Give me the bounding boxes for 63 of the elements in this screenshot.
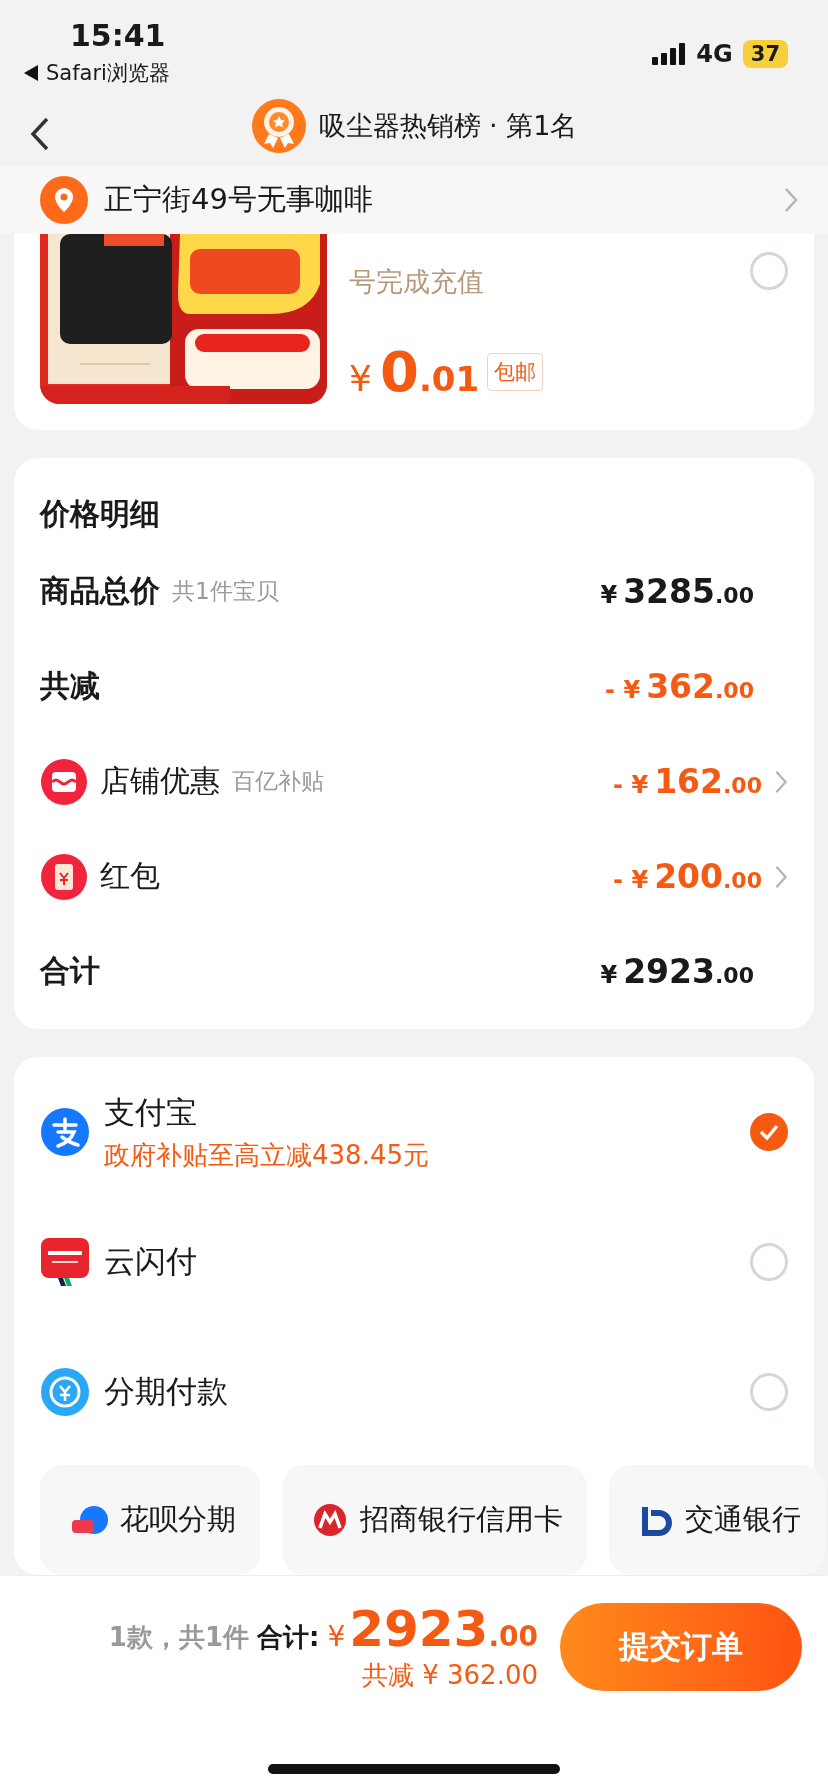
amount-decimals: .00 bbox=[723, 868, 762, 893]
total-label: 合计: bbox=[257, 1621, 320, 1654]
price-integer: 0 bbox=[379, 339, 419, 404]
currency-prefix: - ¥ bbox=[613, 771, 649, 799]
bank-logo-icon bbox=[312, 1502, 348, 1538]
amount-decimals: .00 bbox=[723, 773, 762, 798]
radio-button[interactable] bbox=[750, 1243, 788, 1281]
amount-integer: 362 bbox=[646, 667, 715, 706]
amount-integer: 2923 bbox=[623, 952, 715, 991]
medal-icon bbox=[250, 98, 307, 155]
product-description: 号完成充值 bbox=[349, 265, 484, 299]
payment-method-name[interactable]: 分期付款 bbox=[104, 1371, 736, 1413]
back-arrow-icon bbox=[24, 65, 38, 81]
amount-decimals: .00 bbox=[715, 963, 754, 988]
signal-icon bbox=[652, 43, 687, 65]
item-count: 1款，共1件 bbox=[108, 1621, 249, 1654]
radio-button[interactable] bbox=[750, 1373, 788, 1411]
chevron-right-icon bbox=[784, 186, 798, 213]
currency-prefix: ¥ bbox=[600, 961, 618, 989]
radio-button[interactable] bbox=[750, 1113, 788, 1151]
installment-option[interactable]: 交通银行 bbox=[609, 1465, 825, 1575]
price-decimals: .01 bbox=[418, 359, 480, 399]
total-decimals: .00 bbox=[488, 1620, 538, 1653]
price-label: 共减 bbox=[40, 667, 100, 705]
price-label: 店铺优惠 bbox=[100, 762, 220, 800]
back-icon[interactable] bbox=[30, 117, 50, 151]
back-to-app-link[interactable]: Safari浏览器 bbox=[46, 59, 170, 87]
battery-level: 37 bbox=[742, 40, 788, 68]
amount-decimals: .00 bbox=[715, 583, 754, 608]
amount-integer: 162 bbox=[654, 762, 723, 801]
price-label: 商品总价 bbox=[40, 572, 160, 610]
amount-integer: 200 bbox=[654, 857, 723, 896]
location-pin-icon bbox=[40, 175, 88, 224]
status-time: 15:41 bbox=[70, 18, 166, 53]
installment-option[interactable]: 招商银行信用卡 bbox=[282, 1465, 587, 1575]
installment-icon bbox=[40, 1367, 90, 1417]
amount-decimals: .00 bbox=[715, 678, 754, 703]
payment-method-name[interactable]: 支付宝 bbox=[104, 1091, 736, 1134]
total-integer: 2923 bbox=[349, 1600, 489, 1658]
currency-symbol: ¥ bbox=[349, 358, 372, 399]
chevron-right-icon bbox=[774, 864, 788, 889]
shipping-tag: 包邮 bbox=[487, 352, 544, 391]
price-note: 百亿补贴 bbox=[232, 767, 324, 796]
section-title: 价格明细 bbox=[40, 494, 161, 533]
page-title: 吸尘器热销榜 · 第1名 bbox=[318, 109, 578, 144]
price-label: 合计 bbox=[40, 952, 100, 990]
payment-promo: 政府补贴至高立减438.45元 bbox=[104, 1138, 430, 1172]
amount-integer: 3285 bbox=[623, 572, 715, 611]
chevron-right-icon bbox=[774, 769, 788, 794]
network-type: 4G bbox=[696, 40, 733, 68]
store-icon bbox=[40, 757, 88, 806]
total-saving: 共减 ¥ 362.00 bbox=[361, 1659, 538, 1692]
envelope-icon bbox=[40, 852, 88, 901]
radio-button[interactable] bbox=[750, 252, 788, 290]
currency-prefix: ¥ bbox=[600, 581, 618, 609]
currency-prefix: - ¥ bbox=[613, 866, 649, 894]
currency-prefix: - ¥ bbox=[605, 676, 641, 704]
currency-symbol: ¥ bbox=[327, 1620, 346, 1653]
payment-method-name[interactable]: 云闪付 bbox=[104, 1241, 736, 1283]
installment-option[interactable]: 花呗分期 bbox=[40, 1465, 260, 1575]
price-note: 共1件宝贝 bbox=[172, 577, 279, 606]
check-icon bbox=[758, 1123, 780, 1141]
price-label: 红包 bbox=[100, 857, 160, 895]
